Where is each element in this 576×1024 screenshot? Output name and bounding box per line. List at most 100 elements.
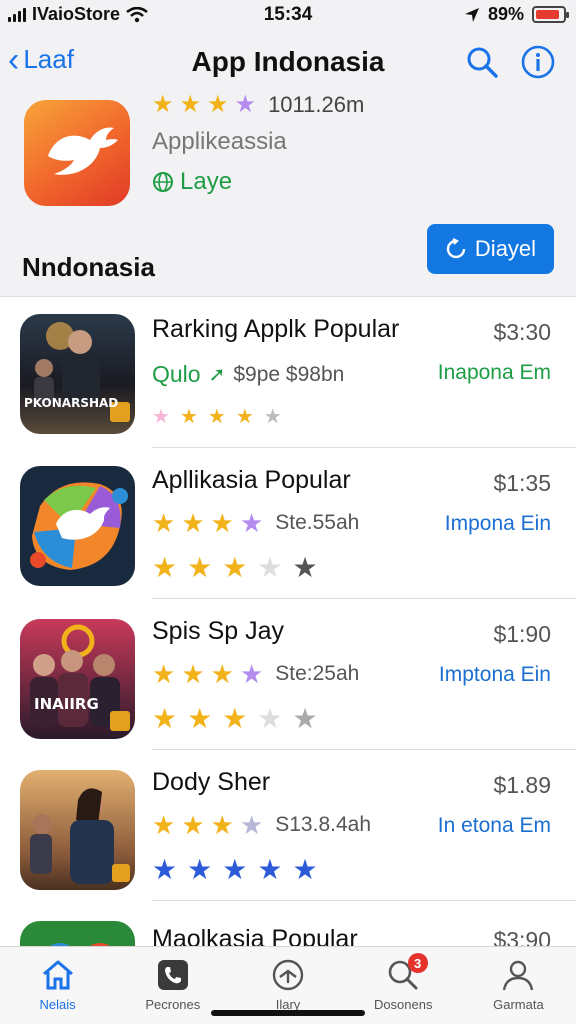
thumbnail-caption: PKONARSHAD	[24, 396, 119, 410]
star-icon: ★	[152, 703, 178, 734]
globe-icon	[153, 172, 173, 192]
star-icon: ★	[257, 854, 283, 885]
app-tag: Laye	[152, 168, 232, 196]
app-title: Rarking Applk Popular	[152, 315, 400, 343]
install-label: Diayel	[474, 236, 537, 261]
star-icon: ★	[234, 91, 257, 118]
app-meta: S13.8.4ah	[275, 813, 372, 836]
app-thumbnail: PKONARSHAD	[20, 314, 135, 434]
star-icon: ★	[187, 703, 213, 734]
back-button[interactable]: ‹ Laaf	[8, 40, 74, 79]
star-icon: ★	[152, 810, 176, 840]
app-price: $1:90	[493, 621, 551, 647]
star-icon: ★	[210, 659, 234, 689]
app-meta-line: Qulo ➚ $9pe $98bn	[152, 361, 344, 388]
app-price: $3:30	[493, 319, 551, 345]
app-title: Spis Sp Jay	[152, 617, 285, 645]
list-item[interactable]: PKONARSHAD Rarking Applk Popular $3:30 Q…	[0, 297, 576, 448]
star-icon: ★	[239, 659, 264, 689]
thumbnail-caption: INAIIRG	[34, 695, 99, 713]
status-bar: IVaioStore 15:34 89%	[0, 0, 576, 30]
app-thumbnail	[20, 770, 135, 890]
app-link[interactable]: Impona Ein	[445, 512, 551, 536]
battery-percent: 89%	[487, 4, 524, 24]
app-thumbnail	[20, 466, 135, 586]
app-logo-text: Qulo	[152, 361, 201, 387]
app-list: PKONARSHAD Rarking Applk Popular $3:30 Q…	[0, 296, 576, 1024]
star-icon: ★	[257, 703, 283, 734]
star-icon: ★	[207, 91, 229, 118]
compass-icon	[272, 959, 304, 991]
app-meta: Ste.55ah	[275, 511, 360, 534]
star-icon: ★	[263, 406, 282, 428]
star-icon: ★	[257, 552, 283, 583]
app-thumbnail: INAIIRG	[20, 619, 135, 739]
home-indicator	[211, 1010, 365, 1016]
star-icon: ★	[181, 508, 205, 538]
star-icon: ★	[222, 854, 248, 885]
star-icon: ★	[181, 810, 205, 840]
info-icon[interactable]	[520, 44, 556, 80]
list-item[interactable]: Apllikasia Popular $1:35 ★ ★ ★ ★ Ste.55ah I…	[0, 448, 576, 599]
star-icon: ★	[239, 810, 264, 840]
star-icon: ★	[207, 406, 226, 428]
star-icon: ★	[222, 703, 248, 734]
star-icon: ★	[179, 91, 202, 118]
bird-icon	[48, 127, 118, 175]
star-icon: ★	[210, 508, 234, 538]
star-icon: ★	[152, 659, 176, 689]
secondary-rating-stars: ★ ★ ★ ★ ★	[152, 856, 322, 884]
star-icon: ★	[210, 810, 234, 840]
app-meta-line: ★ ★ ★ ★ Ste.55ah	[152, 510, 359, 536]
chevron-left-icon: ‹	[8, 40, 20, 79]
search-icon[interactable]	[464, 44, 500, 80]
star-icon: ★	[152, 508, 176, 538]
app-title: Apllikasia Popular	[152, 466, 351, 494]
rating-stars: ★ ★ ★ ★	[152, 510, 267, 536]
tab-nelais[interactable]: Nelais	[0, 947, 115, 1024]
star-icon: ★	[235, 406, 254, 428]
rating-stars: ★ ★ ★ ★	[152, 93, 260, 117]
app-meta-line: ★ ★ ★ ★ Ste:25ah	[152, 661, 359, 687]
list-item[interactable]: Dody Sher $1.89 ★ ★ ★ ★ S13.8.4ah In etona …	[0, 750, 576, 901]
refresh-icon	[446, 238, 466, 259]
home-icon	[42, 960, 73, 990]
app-meta: $9pe $98bn	[233, 362, 345, 386]
star-icon: ★	[181, 659, 205, 689]
notification-badge: 3	[407, 953, 428, 973]
app-link[interactable]: Inapona Em	[438, 361, 551, 385]
app-icon[interactable]	[24, 100, 130, 206]
person-icon	[503, 960, 534, 991]
tab-label: Garmata	[493, 997, 544, 1012]
rating-stars: ★ ★ ★ ★	[152, 661, 267, 687]
secondary-rating-stars: ★ ★ ★ ★ ★	[152, 705, 322, 733]
tab-label: Pecrones	[145, 997, 201, 1012]
star-icon: ★	[292, 552, 318, 583]
star-icon: ★	[222, 552, 248, 583]
tab-label: Nelais	[39, 997, 76, 1012]
star-icon: ★	[187, 552, 213, 583]
back-label: Laaf	[23, 44, 74, 74]
app-price: $1:35	[493, 470, 551, 496]
secondary-rating-stars: ★ ★ ★ ★ ★	[152, 554, 322, 582]
app-rating: ★ ★ ★ ★ 1011.26m	[152, 92, 364, 118]
star-icon: ★	[152, 406, 170, 428]
app-link[interactable]: In etona Em	[438, 814, 551, 838]
app-meta: Ste:25ah	[275, 662, 360, 685]
star-icon: ★	[152, 552, 178, 583]
star-icon: ★	[179, 406, 198, 428]
star-icon: ★	[292, 703, 318, 734]
app-link[interactable]: Imptona Ein	[439, 663, 551, 687]
star-icon: ★	[152, 91, 174, 118]
rating-stars: ★ ★ ★ ★	[152, 812, 267, 838]
list-item[interactable]: INAIIRG Spis Sp Jay $1:90 ★ ★ ★ ★ Ste:25ah …	[0, 599, 576, 750]
section-title: Nndonasia	[22, 252, 155, 282]
battery-icon	[532, 6, 569, 23]
tab-garmata[interactable]: Garmata	[461, 947, 576, 1024]
rating-stars: ★ ★ ★ ★ ★	[152, 407, 286, 427]
app-title: Dody Sher	[152, 768, 271, 796]
app-meta-line: ★ ★ ★ ★ S13.8.4ah	[152, 812, 371, 838]
app-tag-label: Laye	[180, 168, 233, 195]
install-button[interactable]: Diayel	[427, 224, 554, 274]
bolt-icon: ➚	[208, 364, 226, 386]
